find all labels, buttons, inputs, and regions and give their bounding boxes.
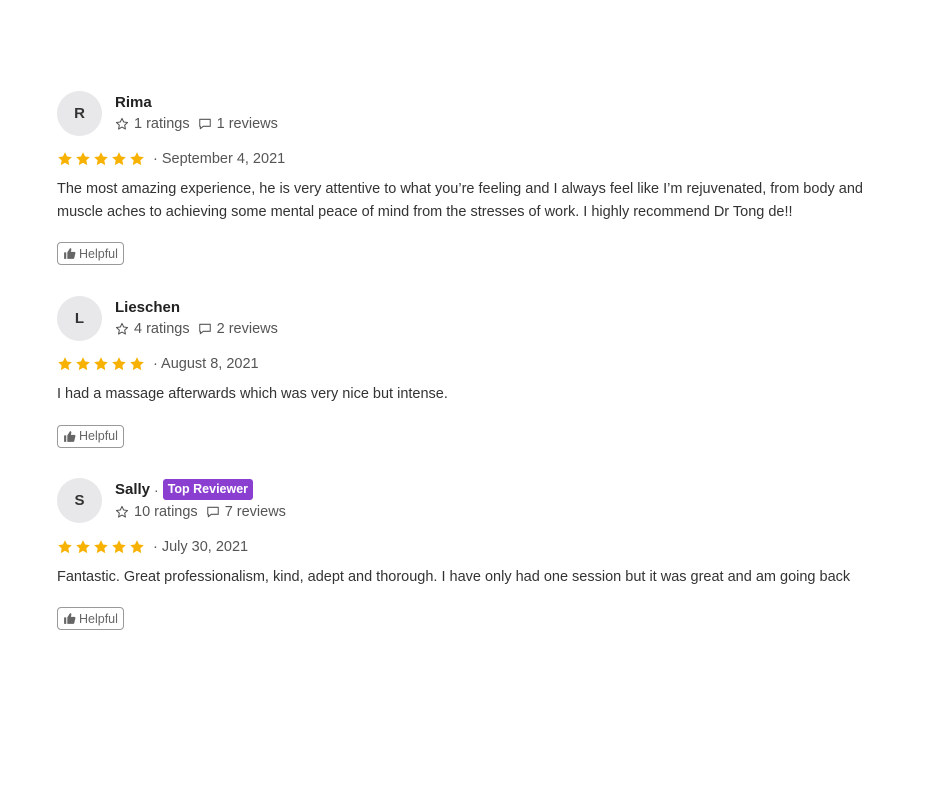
review-header: S Sally · Top Reviewer 10 ratings 7 revi… [57, 478, 887, 524]
helpful-button[interactable]: Helpful [57, 424, 124, 448]
reviewer-stats: 4 ratings 2 reviews [115, 318, 278, 340]
review-date: · September 4, 2021 [153, 151, 286, 167]
ratings-count-label: 1 ratings [134, 116, 190, 132]
star-rating [57, 539, 147, 555]
star-filled-icon [58, 539, 72, 553]
reviews-count: 1 reviews [198, 116, 278, 132]
avatar[interactable]: L [57, 295, 102, 341]
helpful-button[interactable]: Helpful [57, 607, 124, 630]
helpful-label: Helpful [79, 246, 118, 261]
avatar[interactable]: S [57, 478, 102, 523]
speech-bubble-icon [198, 323, 211, 335]
reviews-list: R Rima 1 ratings 1 reviews · September 4… [57, 90, 887, 630]
reviews-count: 2 reviews [198, 321, 278, 337]
star-filled-icon [130, 152, 144, 166]
rating-line: · August 8, 2021 [57, 353, 887, 375]
avatar[interactable]: R [57, 90, 102, 136]
star-filled-icon [130, 539, 144, 553]
ratings-count: 4 ratings [115, 321, 190, 337]
review-date: · July 30, 2021 [153, 538, 249, 555]
star-outline-icon [115, 117, 129, 130]
speech-bubble-icon [206, 506, 219, 517]
thumbs-up-icon [64, 248, 76, 259]
star-outline-icon [115, 505, 129, 518]
name-line: Lieschen [115, 296, 278, 318]
top-reviewer-badge: Top Reviewer [162, 479, 254, 500]
reviewer-name[interactable]: Lieschen [115, 299, 180, 316]
ratings-count-label: 4 ratings [134, 321, 190, 337]
star-filled-icon [112, 539, 126, 553]
star-filled-icon [94, 152, 108, 166]
star-filled-icon [94, 357, 108, 371]
ratings-count: 10 ratings [115, 504, 198, 520]
star-filled-icon [76, 539, 90, 553]
speech-bubble-icon [198, 118, 211, 130]
review-text: The most amazing experience, he is very … [57, 181, 863, 220]
name-line: Rima [115, 91, 278, 113]
star-outline-icon [115, 322, 129, 335]
star-filled-icon [58, 152, 72, 166]
star-filled-icon [112, 152, 126, 166]
star-filled-icon [94, 539, 108, 553]
reviews-count-label: 7 reviews [224, 503, 286, 520]
review-header: L Lieschen 4 ratings 2 reviews [57, 295, 887, 341]
rating-line: · September 4, 2021 [57, 148, 887, 170]
helpful-button[interactable]: Helpful [57, 242, 124, 265]
reviewer-name[interactable]: Sally [115, 481, 150, 498]
ratings-count-label: 10 ratings [134, 503, 198, 520]
reviews-count: 7 reviews [206, 504, 286, 520]
name-line: Sally · Top Reviewer [115, 479, 286, 501]
review-text: Fantastic. Great professionalism, kind, … [57, 568, 851, 585]
review-card: L Lieschen 4 ratings 2 reviews · August … [57, 295, 887, 448]
review-date: · August 8, 2021 [153, 356, 259, 372]
rating-line: · July 30, 2021 [57, 536, 887, 558]
reviewer-meta: Rima 1 ratings 1 reviews [115, 91, 278, 135]
star-rating [57, 151, 147, 167]
review-text: I had a massage afterwards which was ver… [57, 386, 448, 402]
reviews-count-label: 2 reviews [216, 321, 278, 337]
name-separator: · [154, 481, 159, 498]
star-rating [57, 356, 147, 372]
thumbs-up-icon [64, 613, 76, 624]
star-filled-icon [76, 357, 90, 371]
ratings-count: 1 ratings [115, 116, 190, 132]
review-header: R Rima 1 ratings 1 reviews [57, 90, 887, 136]
star-filled-icon [130, 357, 144, 371]
reviewer-name[interactable]: Rima [115, 94, 152, 111]
thumbs-up-icon [64, 430, 76, 442]
helpful-label: Helpful [79, 611, 118, 626]
reviewer-meta: Lieschen 4 ratings 2 reviews [115, 296, 278, 340]
star-filled-icon [58, 357, 72, 371]
star-filled-icon [112, 357, 126, 371]
reviewer-stats: 1 ratings 1 reviews [115, 113, 278, 135]
reviewer-meta: Sally · Top Reviewer 10 ratings 7 review… [115, 479, 286, 523]
star-filled-icon [76, 152, 90, 166]
reviews-count-label: 1 reviews [216, 116, 278, 132]
helpful-label: Helpful [79, 429, 118, 443]
review-card: S Sally · Top Reviewer 10 ratings 7 revi… [57, 478, 887, 630]
reviewer-stats: 10 ratings 7 reviews [115, 501, 286, 523]
review-card: R Rima 1 ratings 1 reviews · September 4… [57, 90, 887, 265]
